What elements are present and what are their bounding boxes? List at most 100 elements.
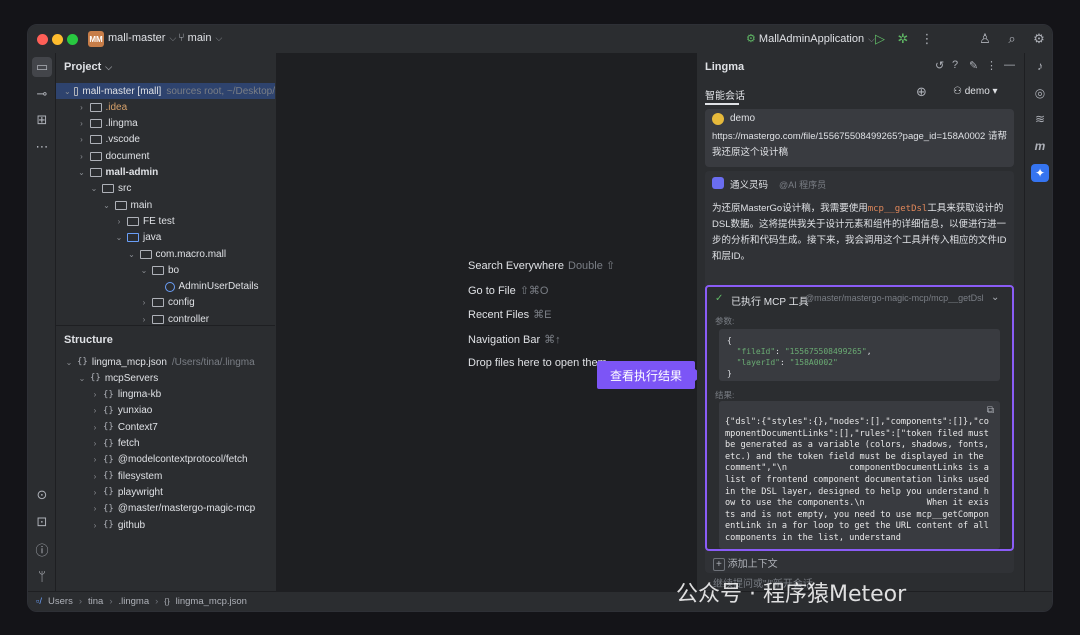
structure-tree-item[interactable]: ›{} fetch [56, 436, 275, 452]
history-icon[interactable]: ↺ [935, 59, 944, 72]
debug-icon[interactable]: ✲ [894, 30, 912, 48]
editor-hint[interactable]: Recent Files ⌘E [468, 308, 551, 321]
chevron-down-icon[interactable]: ⌄ [64, 87, 71, 96]
add-context-button[interactable]: + 添加上下文 [713, 555, 778, 571]
chevron-right-icon[interactable]: › [139, 315, 149, 324]
edit-icon[interactable]: ✎ [969, 59, 978, 72]
project-panel-title[interactable]: Project ⌵ [64, 61, 112, 73]
run-config-selector[interactable]: ⚙ MallAdminApplication ⌵ [746, 32, 875, 45]
tab-smart-chat[interactable]: 智能会话 [705, 87, 745, 102]
project-tree-item[interactable]: ⌄ mall-admin [56, 165, 275, 181]
project-tree-item[interactable]: › .idea [56, 99, 275, 115]
lingma-icon[interactable]: ✦ [1031, 164, 1049, 182]
chevron-right-icon[interactable]: › [114, 217, 124, 226]
chevron-down-icon[interactable]: ⌄ [77, 374, 87, 383]
chevron-down-icon[interactable]: ⌄ [127, 250, 137, 259]
structure-tree-item[interactable]: ›{} @modelcontextprotocol/fetch [56, 452, 275, 468]
more-icon[interactable]: ⋮ [986, 59, 997, 72]
user-selector[interactable]: ⚇ demo ▾ [953, 86, 998, 97]
close-window-button[interactable] [37, 34, 48, 45]
project-tree-item[interactable]: ⌄ java [56, 230, 275, 246]
chevron-right-icon[interactable]: › [90, 439, 100, 448]
chevron-right-icon[interactable]: › [90, 423, 100, 432]
help-icon[interactable]: ? [952, 59, 958, 71]
project-tree-item[interactable]: ⌄ src [56, 181, 275, 197]
commit-icon[interactable]: ⊸ [32, 84, 52, 104]
maven-icon[interactable]: m [1031, 137, 1049, 155]
project-tree-item[interactable]: ⌄ bo [56, 262, 275, 278]
ai-assistant-icon[interactable]: ◎ [1031, 84, 1049, 102]
structure-tree-item[interactable]: ›{} playwright [56, 484, 275, 500]
chevron-down-icon[interactable]: ⌄ [89, 184, 99, 193]
project-tree-item[interactable]: ⌄ com.macro.mall [56, 246, 275, 262]
chevron-down-icon[interactable]: ⌄ [64, 358, 74, 367]
collapse-icon[interactable]: ⌄ [991, 292, 999, 303]
editor-hint[interactable]: Navigation Bar ⌘↑ [468, 333, 561, 346]
structure-tree-item[interactable]: ›{} Context7 [56, 419, 275, 435]
chevron-right-icon[interactable]: › [90, 504, 100, 513]
structure-tree-item[interactable]: ›{} filesystem [56, 468, 275, 484]
chevron-down-icon[interactable]: ⌄ [139, 266, 149, 275]
breadcrumb-item[interactable]: Users [48, 596, 73, 607]
breadcrumb-item[interactable]: lingma_mcp.json [176, 596, 247, 607]
project-tree-item[interactable]: › .vscode [56, 132, 275, 148]
project-tree-item[interactable]: › document [56, 148, 275, 164]
structure-tree-item[interactable]: ⌄{} mcpServers [56, 370, 275, 386]
structure-tree-item[interactable]: ›{} github [56, 517, 275, 533]
project-tree-item[interactable]: › config [56, 295, 275, 311]
breadcrumb-item[interactable]: .lingma [119, 596, 150, 607]
chevron-down-icon[interactable]: ⌄ [77, 168, 87, 177]
project-tree-item[interactable]: ⌄ main [56, 197, 275, 213]
project-tree-item[interactable]: › FE test [56, 213, 275, 229]
structure-tree-item[interactable]: ›{} yunxiao [56, 403, 275, 419]
copy-icon[interactable]: ⧉ [987, 405, 994, 416]
services-icon[interactable]: ⊙ [32, 485, 52, 505]
user-selector-label: demo [964, 86, 990, 97]
branch-switcher[interactable]: ⑂ main ⌵ [178, 32, 222, 44]
problems-icon[interactable]: ⓘ [32, 539, 52, 559]
structure-icon[interactable]: ⊞ [32, 110, 52, 130]
chevron-right-icon[interactable]: › [77, 103, 87, 112]
git-icon[interactable]: ᛘ [32, 566, 52, 586]
structure-tree-item[interactable]: ⌄{} lingma_mcp.json/Users/tina/.lingma [56, 354, 275, 370]
project-tree-item[interactable]: AdminUserDetails [56, 279, 275, 295]
editor-hint[interactable]: Drop files here to open them [468, 357, 607, 369]
editor-hint[interactable]: Go to File ⇧⌘O [468, 284, 548, 297]
minimize-panel-icon[interactable]: — [1004, 59, 1015, 71]
project-tree-item[interactable]: › .lingma [56, 116, 275, 132]
minimize-window-button[interactable] [52, 34, 63, 45]
breadcrumb-item[interactable]: tina [88, 596, 103, 607]
editor-hint[interactable]: Search Everywhere Double ⇧ [468, 259, 615, 272]
run-icon[interactable]: ▷ [871, 30, 889, 48]
chevron-right-icon[interactable]: › [90, 406, 100, 415]
project-switcher[interactable]: mall-master ⌵ [108, 32, 176, 44]
project-tree-item[interactable]: ⌄ mall-master [mall] sources root, ~/Deskt… [56, 83, 275, 99]
json-object-icon: {} [103, 438, 114, 449]
notifications-icon[interactable]: ♪ [1031, 57, 1049, 75]
chevron-right-icon[interactable]: › [77, 152, 87, 161]
chevron-right-icon[interactable]: › [90, 472, 100, 481]
structure-tree-item[interactable]: ›{} lingma-kb [56, 387, 275, 403]
chevron-right-icon[interactable]: › [90, 488, 100, 497]
chevron-right-icon[interactable]: › [90, 521, 100, 530]
project-folder-icon[interactable]: ▭ [32, 57, 52, 77]
add-user-icon[interactable]: ♙ [976, 30, 994, 48]
chevron-down-icon[interactable]: ⌄ [102, 201, 112, 210]
structure-tree-item[interactable]: ›{} @master/mastergo-magic-mcp [56, 501, 275, 517]
settings-icon[interactable]: ⚙ [1030, 30, 1048, 48]
more-tools-icon[interactable]: ⋯ [32, 137, 52, 157]
chevron-down-icon[interactable]: ⌄ [114, 233, 124, 242]
terminal-icon[interactable]: ⊡ [32, 512, 52, 532]
chevron-right-icon[interactable]: › [90, 455, 100, 464]
new-chat-icon[interactable]: ⊕ [916, 84, 927, 100]
project-tree-item[interactable]: › controller [56, 311, 275, 325]
more-actions-icon[interactable]: ⋮ [918, 30, 936, 48]
result-code[interactable]: ⧉ {"dsl":{"styles":{},"nodes":[],"compon… [719, 401, 1000, 549]
chevron-right-icon[interactable]: › [90, 390, 100, 399]
chevron-right-icon[interactable]: › [77, 135, 87, 144]
search-icon[interactable]: ⌕ [1003, 30, 1021, 48]
maximize-window-button[interactable] [67, 34, 78, 45]
chevron-right-icon[interactable]: › [77, 119, 87, 128]
database-icon[interactable]: ≋ [1031, 110, 1049, 128]
chevron-right-icon[interactable]: › [139, 298, 149, 307]
